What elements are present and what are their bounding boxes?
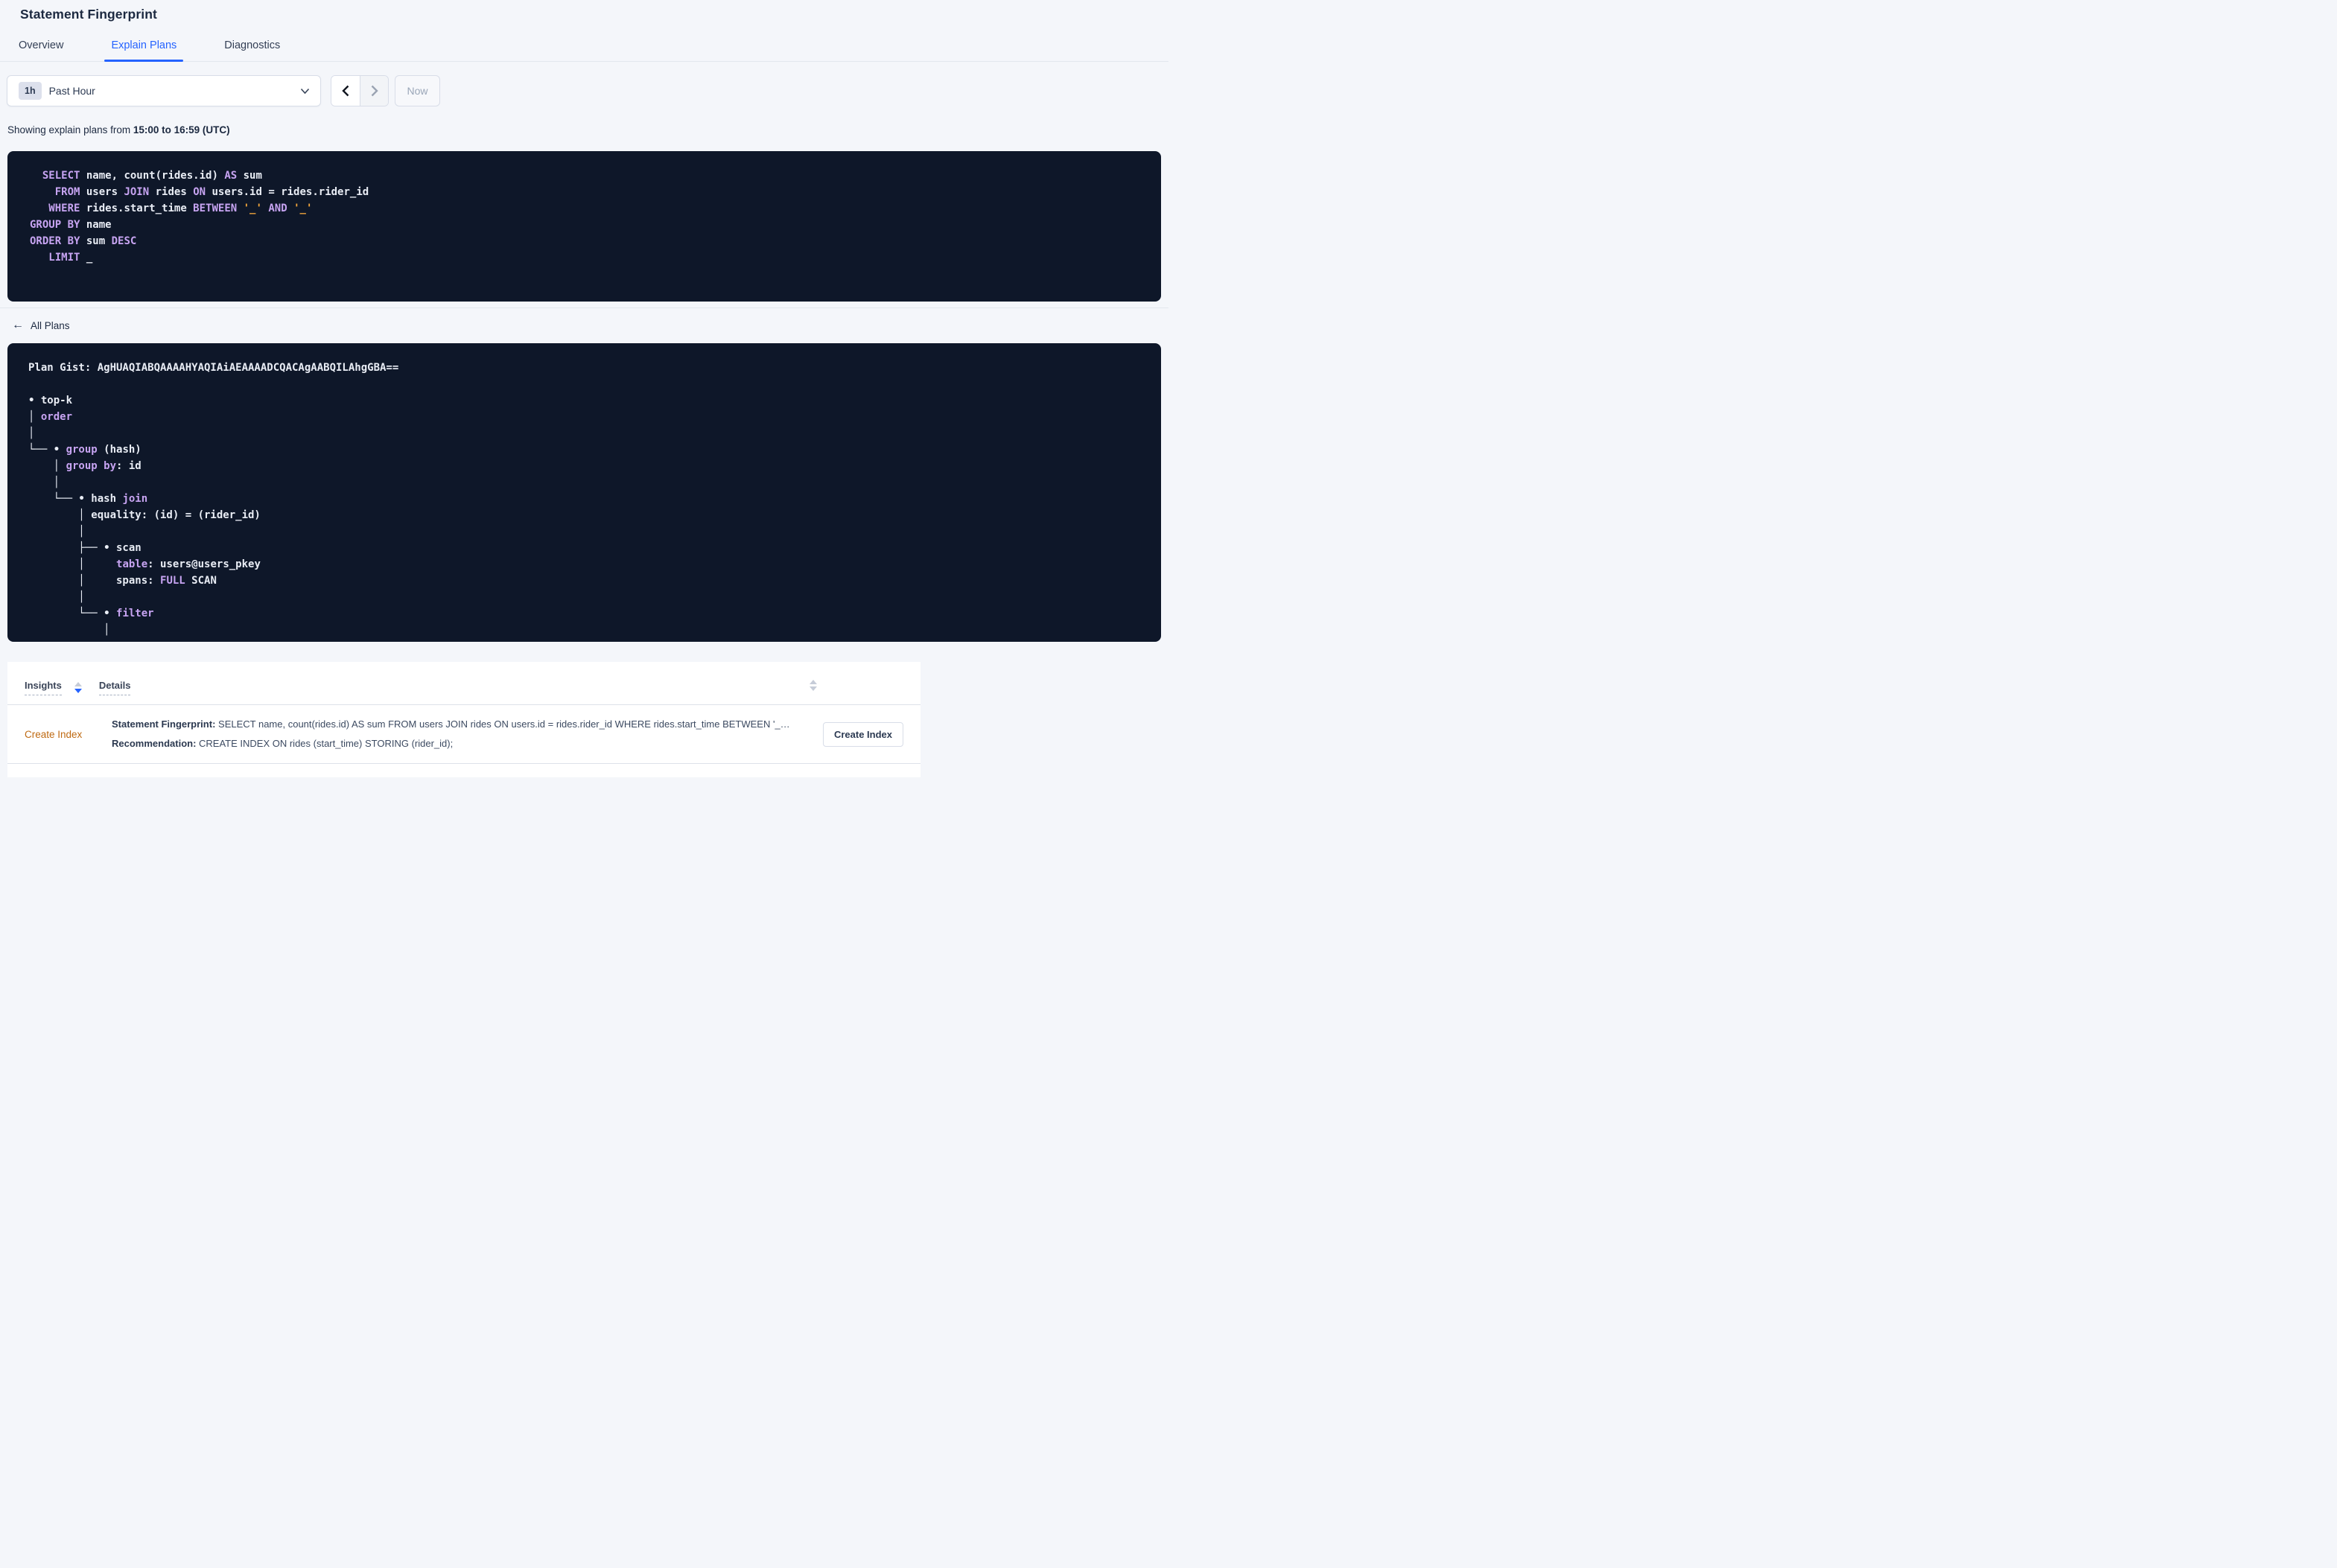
section-divider xyxy=(0,307,1168,308)
statement-fingerprint-label: Statement Fingerprint: xyxy=(112,718,216,730)
sort-desc-triangle xyxy=(810,686,817,691)
tab-diagnostics[interactable]: Diagnostics xyxy=(217,39,287,61)
sort-asc-triangle xyxy=(74,682,82,686)
create-index-button[interactable]: Create Index xyxy=(822,721,903,747)
recommendation-text: CREATE INDEX ON rides (start_time) STORI… xyxy=(196,738,454,749)
column-header-details[interactable]: Details xyxy=(98,680,131,695)
page-title: Statement Fingerprint xyxy=(20,7,157,22)
tab-explain-plans[interactable]: Explain Plans xyxy=(104,39,184,62)
details-cell: Statement Fingerprint: SELECT name, coun… xyxy=(112,718,814,750)
sort-asc-triangle xyxy=(810,680,817,684)
tab-overview[interactable]: Overview xyxy=(12,39,70,61)
table-row: Create Index Statement Fingerprint: SELE… xyxy=(7,705,921,764)
time-picker-row: 1h Past Hour Now xyxy=(7,75,1168,106)
sql-statement-block: SELECT name, count(rides.id) AS sum FROM… xyxy=(7,151,1161,302)
range-caption: Showing explain plans from 15:00 to 16:5… xyxy=(7,124,1168,136)
column-header-insights[interactable]: Insights xyxy=(25,680,62,695)
statement-fingerprint-page: Statement Fingerprint Overview Explain P… xyxy=(0,0,1168,784)
chevron-right-icon xyxy=(371,85,378,97)
range-caption-value: 15:00 to 16:59 (UTC) xyxy=(133,124,230,136)
time-step-buttons xyxy=(331,75,389,106)
time-range-badge: 1h xyxy=(19,82,42,100)
statement-fingerprint-line: Statement Fingerprint: SELECT name, coun… xyxy=(112,718,814,731)
insights-table-header: Insights Details xyxy=(7,662,921,705)
now-button[interactable]: Now xyxy=(395,75,440,106)
insights-table: Insights Details Create Index Statement … xyxy=(7,662,921,777)
recommendation-label: Recommendation: xyxy=(112,738,197,749)
range-caption-prefix: Showing explain plans from xyxy=(7,124,133,136)
sort-icon-details[interactable] xyxy=(810,680,817,691)
recommendation-line: Recommendation: CREATE INDEX ON rides (s… xyxy=(112,737,814,750)
chevron-down-icon xyxy=(300,88,310,95)
insight-create-index-link[interactable]: Create Index xyxy=(25,729,112,740)
all-plans-back-link[interactable]: ← All Plans xyxy=(12,319,70,331)
arrow-left-icon: ← xyxy=(12,319,24,331)
previous-range-button[interactable] xyxy=(331,76,360,106)
next-range-button[interactable] xyxy=(360,76,388,106)
sort-icon-insights[interactable] xyxy=(74,682,82,693)
plan-gist-block: Plan Gist: AgHUAQIABQAAAAHYAQIAiAEAAAADC… xyxy=(7,343,1161,642)
time-range-select[interactable]: 1h Past Hour xyxy=(7,75,321,106)
sort-desc-triangle xyxy=(74,689,82,693)
time-range-label: Past Hour xyxy=(48,85,95,97)
statement-fingerprint-text: SELECT name, count(rides.id) AS sum FROM… xyxy=(215,718,790,730)
chevron-left-icon xyxy=(342,85,349,97)
all-plans-label: All Plans xyxy=(31,319,70,331)
tab-bar: Overview Explain Plans Diagnostics xyxy=(0,39,1168,62)
